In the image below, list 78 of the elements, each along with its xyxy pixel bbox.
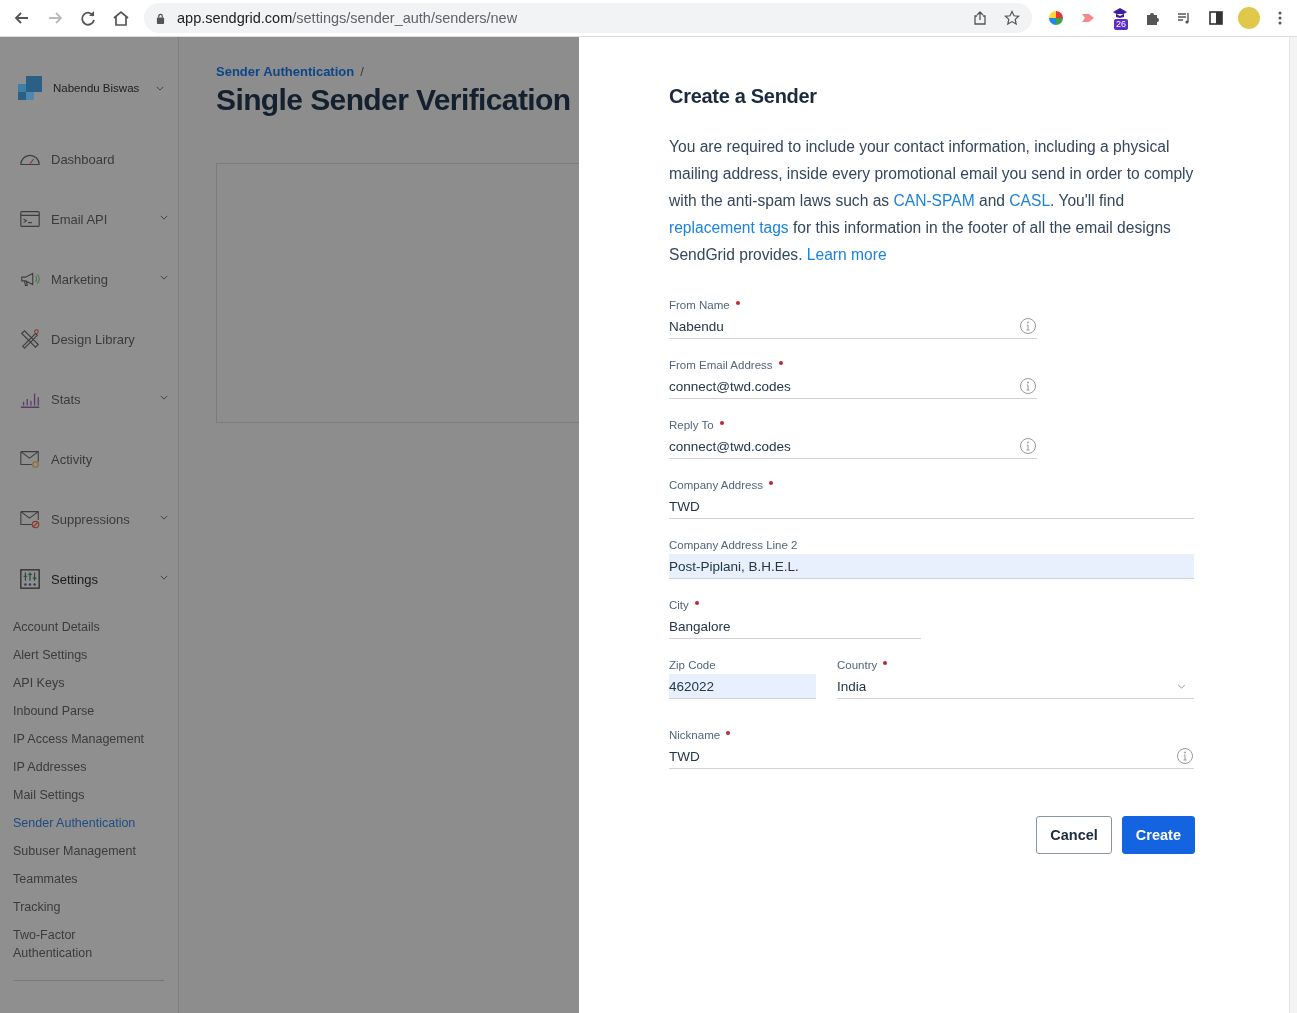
link[interactable]: replacement tags xyxy=(669,219,789,236)
nav-item[interactable]: Dashboard xyxy=(0,147,178,171)
chevron-down-icon xyxy=(160,394,168,400)
field-label: Nickname xyxy=(669,729,721,741)
sub-nav-item[interactable]: Teammates xyxy=(13,865,148,893)
country-select[interactable]: India xyxy=(837,674,1194,699)
sub-nav-item[interactable]: Two-Factor Authentication xyxy=(13,921,148,962)
input-field[interactable]: connect@twd.codes xyxy=(669,374,1037,399)
nav-item[interactable]: Design Library xyxy=(0,327,178,351)
address-bar[interactable]: app.sendgrid.com/settings/sender_auth/senders/new xyxy=(144,3,1032,33)
field-label: From Name xyxy=(669,299,730,311)
sub-nav-item[interactable]: Subuser Management xyxy=(13,837,148,865)
lock-icon xyxy=(156,12,165,24)
logo-icon xyxy=(18,76,42,100)
sub-nav-item[interactable]: IP Access Management xyxy=(13,725,148,753)
sliders-icon xyxy=(19,568,41,590)
breadcrumb-separator: / xyxy=(360,64,364,79)
input-field[interactable]: 462022 xyxy=(669,674,816,699)
menu-icon[interactable] xyxy=(1278,10,1282,26)
field-label: Company Address xyxy=(669,479,763,491)
input-field[interactable]: TWD xyxy=(669,494,1194,519)
field-label: Country xyxy=(837,659,878,671)
puzzle-icon[interactable] xyxy=(1144,10,1160,26)
nav-item[interactable]: Marketing xyxy=(0,267,178,291)
sub-nav-item[interactable]: API Keys xyxy=(13,669,148,697)
field-label: Zip Code xyxy=(669,659,716,671)
link[interactable]: CAN-SPAM xyxy=(893,192,975,209)
nav-item[interactable]: Activity xyxy=(0,447,178,471)
chevron-down-icon[interactable] xyxy=(156,85,164,91)
field-label: City xyxy=(669,599,689,611)
input-field[interactable]: TWD xyxy=(669,744,1194,769)
chevron-down-icon xyxy=(160,274,168,280)
breadcrumb-link[interactable]: Sender Authentication xyxy=(216,64,355,79)
chevron-down-icon xyxy=(160,214,168,220)
create-button[interactable]: Create xyxy=(1121,816,1195,854)
field-label: Reply To xyxy=(669,419,714,431)
sub-nav-item[interactable]: IP Addresses xyxy=(13,753,148,781)
page-title: Single Sender Verification xyxy=(216,83,572,117)
chevron-down-icon xyxy=(1177,683,1186,689)
nav-item[interactable]: Settings xyxy=(0,567,178,591)
sub-nav-item[interactable]: Sender Authentication xyxy=(13,809,148,837)
input-field[interactable]: Bangalore xyxy=(669,614,921,639)
nav-item[interactable]: Suppressions xyxy=(0,507,178,531)
info-icon[interactable] xyxy=(1019,437,1037,455)
extension-badge: 26 xyxy=(1114,19,1128,30)
mail-blocked-icon xyxy=(19,508,41,530)
info-icon[interactable] xyxy=(1019,377,1037,395)
nav-item[interactable]: Email API xyxy=(0,207,178,231)
star-icon[interactable] xyxy=(1004,10,1020,26)
sub-nav-item[interactable]: Alert Settings xyxy=(13,641,148,669)
account-name[interactable]: Nabendu Biswas xyxy=(53,82,156,94)
terminal-icon xyxy=(19,208,41,230)
field-label: From Email Address xyxy=(669,359,773,371)
input-field[interactable]: Post-Piplani, B.H.E.L. xyxy=(669,554,1194,579)
side-panel-icon[interactable] xyxy=(1208,10,1224,26)
share-icon[interactable] xyxy=(972,10,988,26)
graduation-cap-icon[interactable] xyxy=(1112,8,1128,18)
sub-nav-item[interactable]: Account Details xyxy=(13,613,148,641)
pencil-ruler-icon xyxy=(19,328,41,350)
link[interactable]: Learn more xyxy=(806,246,887,263)
info-icon[interactable] xyxy=(1019,317,1037,335)
mail-search-icon xyxy=(19,448,41,470)
cancel-button[interactable]: Cancel xyxy=(1036,816,1112,854)
info-icon[interactable] xyxy=(1176,747,1194,765)
sub-nav-item[interactable]: Inbound Parse xyxy=(13,697,148,725)
panel-title: Create a Sender xyxy=(669,85,818,108)
sub-nav-item[interactable]: Tracking xyxy=(13,893,148,921)
input-field[interactable]: connect@twd.codes xyxy=(669,434,1037,459)
chevron-down-icon xyxy=(160,514,168,520)
color-wheel-icon[interactable] xyxy=(1048,10,1064,26)
input-field[interactable]: Nabendu xyxy=(669,314,1037,339)
playlist-icon[interactable] xyxy=(1176,10,1192,26)
intro-paragraph: You are required to include your contact information, including a physical mailing address, inside every promotional email you send in order to comply with the anti-spam laws such as CAN-SPAM and CASL. You'll find replacement tags for this information in the footer of all the email designs SendGrid provides. Learn more xyxy=(669,137,1195,265)
chevron-down-icon xyxy=(160,574,168,580)
sub-nav-item[interactable]: Mail Settings xyxy=(13,781,148,809)
home-icon[interactable] xyxy=(111,8,131,28)
field-label: Company Address Line 2 xyxy=(669,539,798,551)
nav-item[interactable]: Stats xyxy=(0,387,178,411)
